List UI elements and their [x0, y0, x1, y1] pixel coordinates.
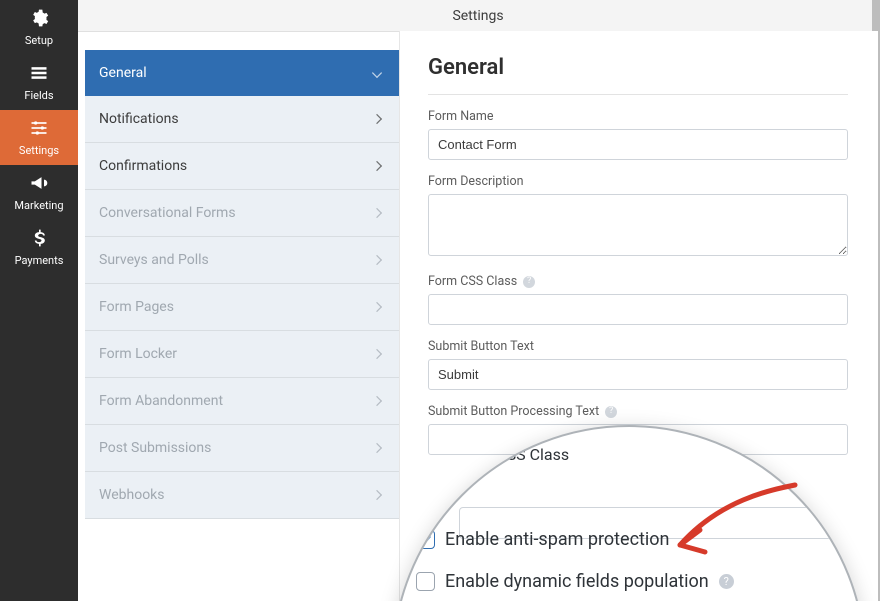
form-desc-input[interactable] [428, 194, 848, 256]
anti-spam-row[interactable]: Enable anti-spam protection [416, 529, 670, 550]
side-item-label: Form Abandonment [99, 393, 223, 409]
gear-icon [29, 8, 49, 32]
chevron-right-icon [372, 161, 382, 171]
megaphone-icon [29, 173, 49, 197]
rail-label: Setup [25, 34, 53, 47]
submit-text-input[interactable] [428, 359, 848, 390]
magnify-overlay: tton CSS Class Enable anti-spam protecti… [392, 425, 866, 601]
chevron-right-icon [372, 396, 382, 406]
chevron-right-icon [372, 208, 382, 218]
rail-label: Settings [19, 144, 59, 157]
side-item-general[interactable]: General [85, 50, 399, 96]
side-item-label: Post Submissions [99, 440, 211, 456]
chevron-right-icon [372, 302, 382, 312]
chevron-right-icon [372, 490, 382, 500]
rail-item-setup[interactable]: Setup [0, 0, 78, 55]
submit-proc-label: Submit Button Processing Text ? [428, 404, 848, 419]
rail-label: Marketing [14, 199, 63, 212]
side-item-label: Confirmations [99, 158, 187, 174]
chevron-down-icon [372, 68, 382, 78]
form-desc-label: Form Description [428, 174, 848, 189]
help-icon[interactable]: ? [605, 406, 617, 418]
list-icon [29, 63, 49, 87]
side-item-post-submissions[interactable]: Post Submissions [85, 425, 399, 472]
topbar-title: Settings [452, 8, 503, 24]
dynamic-row[interactable]: Enable dynamic fields population ? [416, 571, 734, 592]
side-item-notifications[interactable]: Notifications [85, 96, 399, 143]
side-item-label: Surveys and Polls [99, 252, 209, 268]
rail-item-fields[interactable]: Fields [0, 55, 78, 110]
rail-item-marketing[interactable]: Marketing [0, 165, 78, 220]
side-item-label: Webhooks [99, 487, 165, 503]
side-item-label: Form Locker [99, 346, 177, 362]
side-item-label: General [99, 65, 147, 81]
settings-side-panel: General Notifications Confirmations Conv… [85, 50, 399, 519]
side-item-form-abandonment[interactable]: Form Abandonment [85, 378, 399, 425]
rail-item-settings[interactable]: Settings [0, 110, 78, 165]
side-item-conversational-forms[interactable]: Conversational Forms [85, 190, 399, 237]
rail-label: Fields [24, 89, 53, 102]
side-item-confirmations[interactable]: Confirmations [85, 143, 399, 190]
side-item-label: Form Pages [99, 299, 174, 315]
side-item-surveys-polls[interactable]: Surveys and Polls [85, 237, 399, 284]
form-name-label: Form Name [428, 109, 848, 124]
chevron-right-icon [372, 349, 382, 359]
css-class-input[interactable] [428, 294, 848, 325]
submit-text-label: Submit Button Text [428, 339, 848, 354]
side-item-webhooks[interactable]: Webhooks [85, 472, 399, 519]
side-item-form-locker[interactable]: Form Locker [85, 331, 399, 378]
topbar: Settings [78, 0, 878, 32]
side-item-label: Conversational Forms [99, 205, 236, 221]
side-item-form-pages[interactable]: Form Pages [85, 284, 399, 331]
chevron-right-icon [372, 443, 382, 453]
left-rail: Setup Fields Settings Marketing Payments [0, 0, 78, 601]
dollar-icon [29, 228, 49, 252]
content-heading: General [428, 55, 848, 95]
side-item-label: Notifications [99, 111, 179, 127]
rail-item-payments[interactable]: Payments [0, 220, 78, 275]
rail-label: Payments [15, 254, 64, 267]
anti-spam-label: Enable anti-spam protection [445, 529, 670, 550]
help-icon[interactable]: ? [719, 574, 734, 589]
chevron-right-icon [372, 114, 382, 124]
css-class-label: Form CSS Class ? [428, 274, 848, 289]
dynamic-label: Enable dynamic fields population [445, 571, 709, 592]
mag-css-label: tton CSS Class [464, 445, 569, 464]
sliders-icon [29, 118, 49, 142]
form-name-input[interactable] [428, 129, 848, 160]
chevron-right-icon [372, 255, 382, 265]
anti-spam-checkbox[interactable] [416, 530, 435, 549]
dynamic-checkbox[interactable] [416, 572, 435, 591]
help-icon[interactable]: ? [523, 276, 535, 288]
